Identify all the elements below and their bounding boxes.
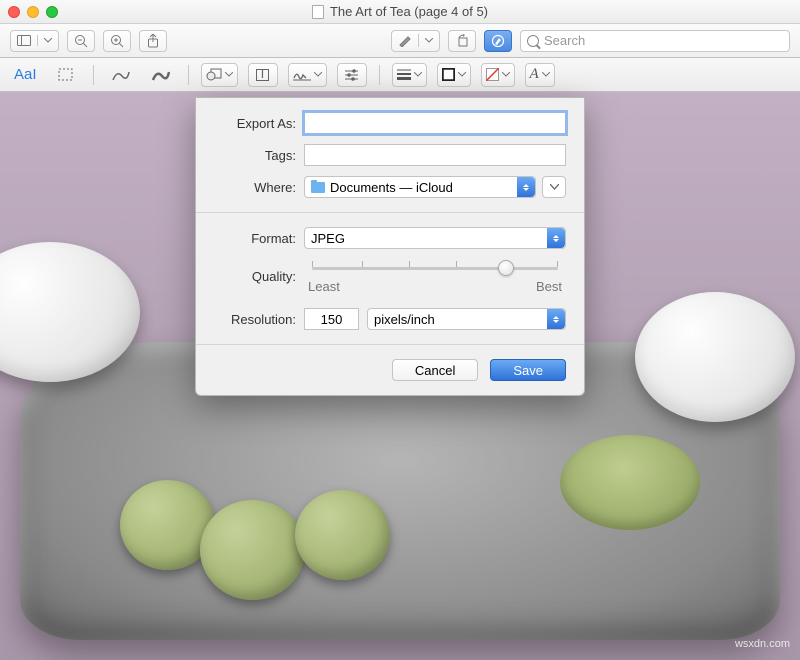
share-icon: [147, 34, 159, 48]
sidebar-icon: [11, 35, 38, 46]
rotate-button[interactable]: [448, 30, 476, 52]
selection-button[interactable]: [51, 63, 81, 87]
sidebar-toggle-button[interactable]: [10, 30, 59, 52]
bowl-image: [635, 292, 795, 422]
expand-location-button[interactable]: [542, 176, 566, 198]
quality-least-label: Least: [308, 279, 340, 294]
zoom-out-button[interactable]: [67, 30, 95, 52]
minimize-window-button[interactable]: [27, 6, 39, 18]
zoom-window-button[interactable]: [46, 6, 58, 18]
quality-best-label: Best: [536, 279, 562, 294]
where-select[interactable]: Documents — iCloud: [304, 176, 536, 198]
markup-button[interactable]: [484, 30, 512, 52]
separator: [93, 65, 94, 85]
select-arrows-icon: [547, 228, 565, 248]
sign-icon: [293, 69, 311, 81]
folder-icon: [311, 182, 325, 193]
ice-cream-scoop-image: [295, 490, 390, 580]
line-weight-button[interactable]: [392, 63, 427, 87]
highlight-button[interactable]: [391, 30, 440, 52]
window-title-text: The Art of Tea (page 4 of 5): [330, 4, 488, 19]
quality-slider[interactable]: [304, 259, 566, 277]
separator: [379, 65, 380, 85]
resolution-unit-value: pixels/inch: [374, 312, 435, 327]
search-field[interactable]: Search: [520, 30, 790, 52]
shapes-button[interactable]: [201, 63, 238, 87]
text-icon: T: [256, 69, 269, 81]
markup-toolbar: AaI T A: [0, 58, 800, 92]
rotate-icon: [455, 34, 469, 47]
zoom-out-icon: [74, 34, 88, 48]
where-label: Where:: [214, 180, 304, 195]
draw-icon: [152, 68, 170, 82]
selection-icon: [58, 68, 73, 81]
adjust-icon: [344, 69, 359, 81]
format-label: Format:: [214, 231, 304, 246]
text-style-icon: AaI: [14, 66, 37, 83]
font-button[interactable]: A: [525, 63, 555, 87]
watermark: wsxdn.com: [735, 638, 790, 650]
svg-text:T: T: [259, 69, 267, 81]
document-canvas: Export As: Tags: Where: Documents — iClo…: [0, 92, 800, 660]
ice-cream-scoop-image: [200, 500, 305, 600]
export-as-input[interactable]: [304, 112, 566, 134]
main-toolbar: Search: [0, 24, 800, 58]
slider-thumb[interactable]: [498, 260, 514, 276]
separator: [188, 65, 189, 85]
sketch-button[interactable]: [106, 63, 136, 87]
markup-icon: [491, 34, 505, 48]
export-dialog: Export As: Tags: Where: Documents — iClo…: [195, 97, 585, 396]
quality-label: Quality:: [214, 269, 304, 284]
cancel-button[interactable]: Cancel: [392, 359, 478, 381]
share-button[interactable]: [139, 30, 167, 52]
chevron-down-icon: [38, 38, 58, 43]
tags-label: Tags:: [214, 148, 304, 163]
export-as-label: Export As:: [214, 116, 304, 131]
matcha-powder-image: [560, 435, 700, 530]
save-button[interactable]: Save: [490, 359, 566, 381]
text-button[interactable]: T: [248, 63, 278, 87]
where-value: Documents — iCloud: [330, 180, 453, 195]
search-icon: [527, 35, 539, 47]
fill-color-button[interactable]: [481, 63, 515, 87]
highlight-icon: [392, 34, 419, 47]
shapes-icon: [206, 68, 222, 81]
select-arrows-icon: [547, 309, 565, 329]
select-arrows-icon: [517, 177, 535, 197]
window-title: The Art of Tea (page 4 of 5): [312, 4, 488, 19]
chevron-down-icon: [419, 38, 439, 43]
resolution-input[interactable]: [304, 308, 359, 330]
draw-button[interactable]: [146, 63, 176, 87]
document-icon: [312, 5, 324, 19]
zoom-in-button[interactable]: [103, 30, 131, 52]
resolution-label: Resolution:: [214, 312, 304, 327]
traffic-lights: [8, 6, 58, 18]
zoom-in-icon: [110, 34, 124, 48]
text-style-button[interactable]: AaI: [10, 63, 41, 87]
window-titlebar: The Art of Tea (page 4 of 5): [0, 0, 800, 24]
sign-button[interactable]: [288, 63, 327, 87]
fill-color-icon: [486, 68, 499, 81]
sketch-icon: [112, 68, 130, 82]
resolution-unit-select[interactable]: pixels/inch: [367, 308, 566, 330]
line-weight-icon: [397, 69, 411, 80]
stroke-color-button[interactable]: [437, 63, 471, 87]
stroke-color-icon: [442, 68, 455, 81]
search-placeholder: Search: [544, 33, 585, 48]
font-icon: A: [530, 66, 539, 83]
tags-input[interactable]: [304, 144, 566, 166]
close-window-button[interactable]: [8, 6, 20, 18]
format-value: JPEG: [311, 231, 345, 246]
adjust-color-button[interactable]: [337, 63, 367, 87]
format-select[interactable]: JPEG: [304, 227, 566, 249]
